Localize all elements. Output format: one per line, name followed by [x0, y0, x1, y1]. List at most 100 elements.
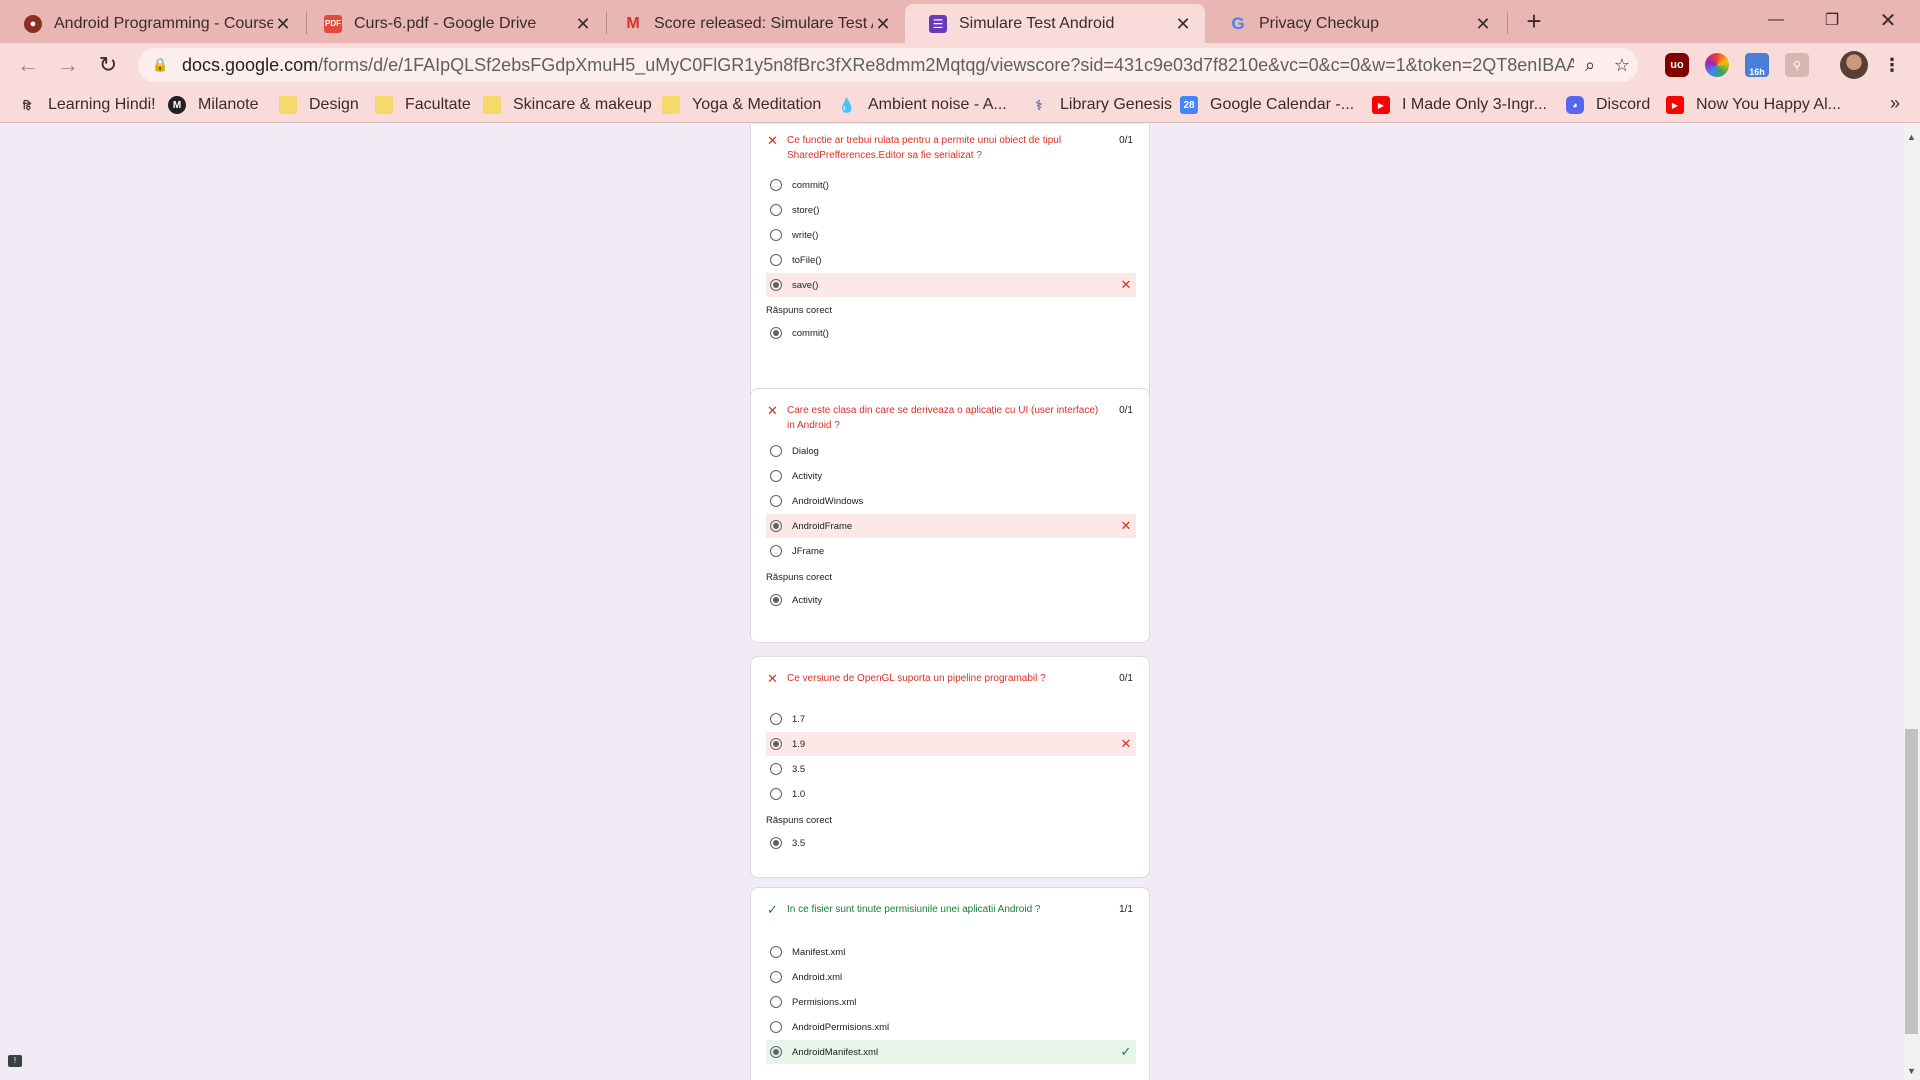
answer-option: Manifest.xml	[766, 940, 1136, 964]
radio-button-selected	[770, 594, 782, 606]
radio-button-selected	[770, 327, 782, 339]
radio-button	[770, 713, 782, 725]
correct-answer-option: Activity	[766, 588, 1136, 612]
scroll-up-arrow-icon[interactable]: ▲	[1903, 132, 1920, 142]
new-tab-button[interactable]: +	[1520, 8, 1548, 36]
question-header: ✕ Ce versiune de OpenGL suporta un pipel…	[767, 671, 1133, 686]
radio-button	[770, 204, 782, 216]
question-header: ✕ Ce functie ar trebui rulata pentru a p…	[767, 133, 1133, 161]
radio-button	[770, 996, 782, 1008]
reload-button[interactable]: ↻	[92, 49, 124, 81]
bookmark-learning-hindi[interactable]: हि Learning Hindi!	[18, 93, 156, 117]
selected-wrong-option: AndroidFrame ✕	[766, 514, 1136, 538]
radio-button	[770, 1021, 782, 1033]
incorrect-icon: ✕	[1120, 518, 1132, 533]
radio-button-selected	[770, 1046, 782, 1058]
forms-icon: ☰	[929, 14, 947, 33]
bookmarks-overflow-icon[interactable]: »	[1890, 93, 1900, 114]
forward-button[interactable]: →	[52, 49, 84, 81]
puzzle-extension-icon[interactable]: ⚲	[1785, 53, 1809, 77]
address-bar[interactable]: 🔒 docs.google.com/forms/d/e/1FAIpQLSf2eb…	[138, 48, 1638, 82]
question-score: 1/1	[1119, 904, 1133, 915]
incorrect-icon: ✕	[1120, 277, 1132, 292]
maximize-button[interactable]: ❐	[1804, 0, 1860, 40]
zoom-icon[interactable]: ⌕	[1574, 55, 1606, 76]
droplet-icon: 💧	[838, 96, 856, 113]
bookmark-yoga[interactable]: Yoga & Meditation	[662, 93, 821, 117]
bookmarks-bar: हि Learning Hindi! M Milanote Design Facul…	[0, 87, 1920, 123]
tab-strip: ● Android Programming - Courses ✕ PDF Cu…	[0, 0, 1920, 43]
radio-button-selected	[770, 837, 782, 849]
back-button[interactable]: ←	[12, 49, 44, 81]
question-card: ✕ Ce versiune de OpenGL suporta un pipel…	[750, 656, 1150, 878]
close-tab-icon[interactable]: ✕	[1473, 14, 1493, 34]
radio-button-selected	[770, 279, 782, 291]
tab-privacy-checkup[interactable]: G Privacy Checkup ✕	[1205, 4, 1505, 43]
incorrect-icon: ✕	[767, 133, 778, 148]
scroll-down-arrow-icon[interactable]: ▼	[1903, 1066, 1920, 1076]
tab-score-released[interactable]: M Score released: Simulare Test Anc ✕	[600, 4, 905, 43]
selected-correct-option: AndroidManifest.xml ✓	[766, 1040, 1136, 1064]
bookmark-discord[interactable]: ◕ Discord	[1566, 93, 1650, 117]
answer-option: Android.xml	[766, 965, 1136, 989]
answer-option: 1.0	[766, 782, 1136, 806]
question-score: 0/1	[1119, 405, 1133, 416]
radio-button	[770, 788, 782, 800]
bookmark-library-genesis[interactable]: ⚕ Library Genesis	[1030, 93, 1172, 117]
answer-option: write()	[766, 223, 1136, 247]
milanote-icon: M	[168, 96, 186, 114]
close-window-button[interactable]: ✕	[1860, 0, 1916, 40]
close-tab-icon[interactable]: ✕	[1173, 14, 1193, 34]
bookmark-skincare[interactable]: Skincare & makeup	[483, 93, 652, 117]
answer-option: 1.7	[766, 707, 1136, 731]
radio-button	[770, 971, 782, 983]
bookmark-ambient-noise[interactable]: 💧 Ambient noise - A...	[838, 93, 1006, 117]
google-icon: G	[1231, 13, 1245, 33]
url-text[interactable]: docs.google.com/forms/d/e/1FAIpQLSf2ebsF…	[182, 55, 1574, 76]
minimize-button[interactable]: —	[1748, 0, 1804, 40]
answer-option: Permisions.xml	[766, 990, 1136, 1014]
close-tab-icon[interactable]: ✕	[873, 14, 893, 34]
bookmark-google-calendar[interactable]: 28 Google Calendar -...	[1180, 93, 1354, 117]
correct-check-icon: ✓	[767, 902, 778, 917]
menu-kebab-icon[interactable]: ⋮	[1880, 53, 1904, 77]
page-scrollbar[interactable]: ▲ ▼	[1903, 124, 1920, 1080]
tab-simulare-test-android[interactable]: ☰ Simulare Test Android ✕	[905, 4, 1205, 43]
profile-avatar[interactable]	[1840, 51, 1868, 79]
form-results-page: ✕ Ce functie ar trebui rulata pentru a p…	[0, 124, 1903, 1080]
tab-curs6-pdf[interactable]: PDF Curs-6.pdf - Google Drive ✕	[300, 4, 605, 43]
radio-button	[770, 229, 782, 241]
color-wheel-extension-icon[interactable]	[1705, 53, 1729, 77]
answer-option: AndroidPermisions.xml	[766, 1015, 1136, 1039]
answer-option: commit()	[766, 173, 1136, 197]
pdf-icon: PDF	[324, 14, 342, 33]
bookmark-milanote[interactable]: M Milanote	[168, 93, 258, 117]
answer-option: toFile()	[766, 248, 1136, 272]
close-tab-icon[interactable]: ✕	[273, 14, 293, 34]
bookmark-facultate[interactable]: Facultate	[375, 93, 471, 117]
tab-android-programming[interactable]: ● Android Programming - Courses ✕	[0, 4, 305, 43]
bookmark-design[interactable]: Design	[279, 93, 359, 117]
question-card: ✓ In ce fisier sunt tinute permisiunile …	[750, 887, 1150, 1080]
radio-button	[770, 946, 782, 958]
bookmark-star-icon[interactable]: ☆	[1606, 55, 1638, 76]
answer-option: store()	[766, 198, 1136, 222]
correct-check-icon: ✓	[1120, 1044, 1132, 1059]
youtube-icon: ▶	[1372, 96, 1390, 114]
folder-icon	[483, 96, 501, 114]
scrollbar-thumb[interactable]	[1905, 729, 1918, 1034]
ublock-extension-icon[interactable]: uo	[1665, 53, 1689, 77]
radio-button	[770, 445, 782, 457]
timer-extension-icon[interactable]: 16h	[1745, 53, 1769, 77]
correct-answer-label: Răspuns corect	[766, 572, 833, 583]
question-header: ✕ Care este clasa din care se deriveaza …	[767, 403, 1133, 431]
question-header: ✓ In ce fisier sunt tinute permisiunile …	[767, 902, 1133, 917]
bookmark-youtube-now-you-happy[interactable]: ▶ Now You Happy Al...	[1666, 93, 1841, 117]
question-card: ✕ Care este clasa din care se deriveaza …	[750, 388, 1150, 643]
discord-icon: ◕	[1566, 96, 1584, 114]
close-tab-icon[interactable]: ✕	[573, 14, 593, 34]
feedback-icon[interactable]: !	[8, 1055, 22, 1067]
bookmark-youtube-3-ingredient[interactable]: ▶ I Made Only 3-Ingr...	[1372, 93, 1547, 117]
correct-answer-label: Răspuns corect	[766, 305, 833, 316]
radio-button	[770, 254, 782, 266]
